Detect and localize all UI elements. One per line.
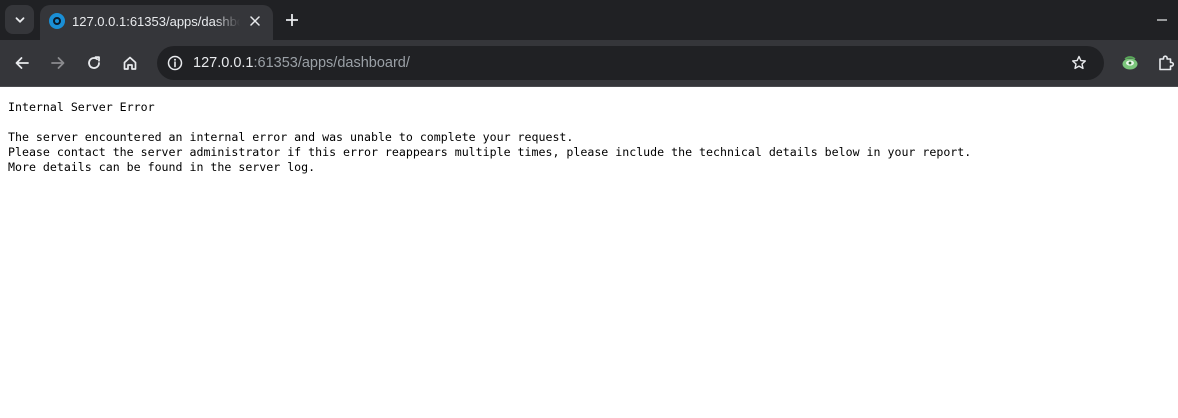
minimize-icon (1157, 19, 1167, 21)
tab-strip: 127.0.0.1:61353/apps/dashboard/ (0, 0, 1178, 40)
error-line-3: More details can be found in the server … (8, 160, 316, 174)
tab-search-button[interactable] (5, 5, 34, 34)
error-heading: Internal Server Error (8, 100, 155, 114)
error-line-2: Please contact the server administrator … (8, 145, 972, 159)
page-content: Internal Server Error The server encount… (0, 87, 1178, 418)
extensions-button[interactable] (1152, 49, 1178, 77)
reload-button[interactable] (80, 49, 108, 77)
minimize-window-button[interactable] (1150, 10, 1174, 30)
arrow-left-icon (15, 57, 29, 69)
plus-icon (286, 14, 298, 26)
back-button[interactable] (8, 49, 36, 77)
close-icon (250, 16, 260, 26)
info-icon (167, 55, 183, 71)
extension-app-icon (1122, 56, 1138, 70)
app-favicon-icon (49, 13, 65, 29)
puzzle-icon (1159, 55, 1175, 71)
close-tab-button[interactable] (245, 11, 265, 31)
tab-title: 127.0.0.1:61353/apps/dashboard/ (72, 14, 240, 29)
url-text[interactable]: 127.0.0.1:61353/apps/dashboard/ (193, 54, 410, 72)
address-bar[interactable]: 127.0.0.1:61353/apps/dashboard/ (157, 46, 1104, 80)
home-icon (123, 56, 137, 70)
chevron-down-icon (15, 16, 24, 23)
active-tab[interactable]: 127.0.0.1:61353/apps/dashboard/ (40, 5, 273, 40)
forward-button[interactable] (44, 49, 72, 77)
new-tab-button[interactable] (280, 8, 304, 32)
site-info-button[interactable] (163, 51, 187, 75)
extension-app-button[interactable] (1116, 49, 1144, 77)
browser-toolbar: 127.0.0.1:61353/apps/dashboard/ (0, 40, 1178, 86)
home-button[interactable] (116, 49, 144, 77)
error-line-1: The server encountered an internal error… (8, 130, 574, 144)
url-host: 127.0.0.1 (193, 55, 254, 71)
bookmark-button[interactable] (1067, 51, 1091, 75)
reload-icon (88, 56, 100, 69)
arrow-right-icon (51, 57, 65, 69)
error-text-block: Internal Server Error The server encount… (8, 100, 971, 175)
star-icon (1072, 55, 1086, 70)
url-path: :61353/apps/dashboard/ (253, 55, 410, 71)
